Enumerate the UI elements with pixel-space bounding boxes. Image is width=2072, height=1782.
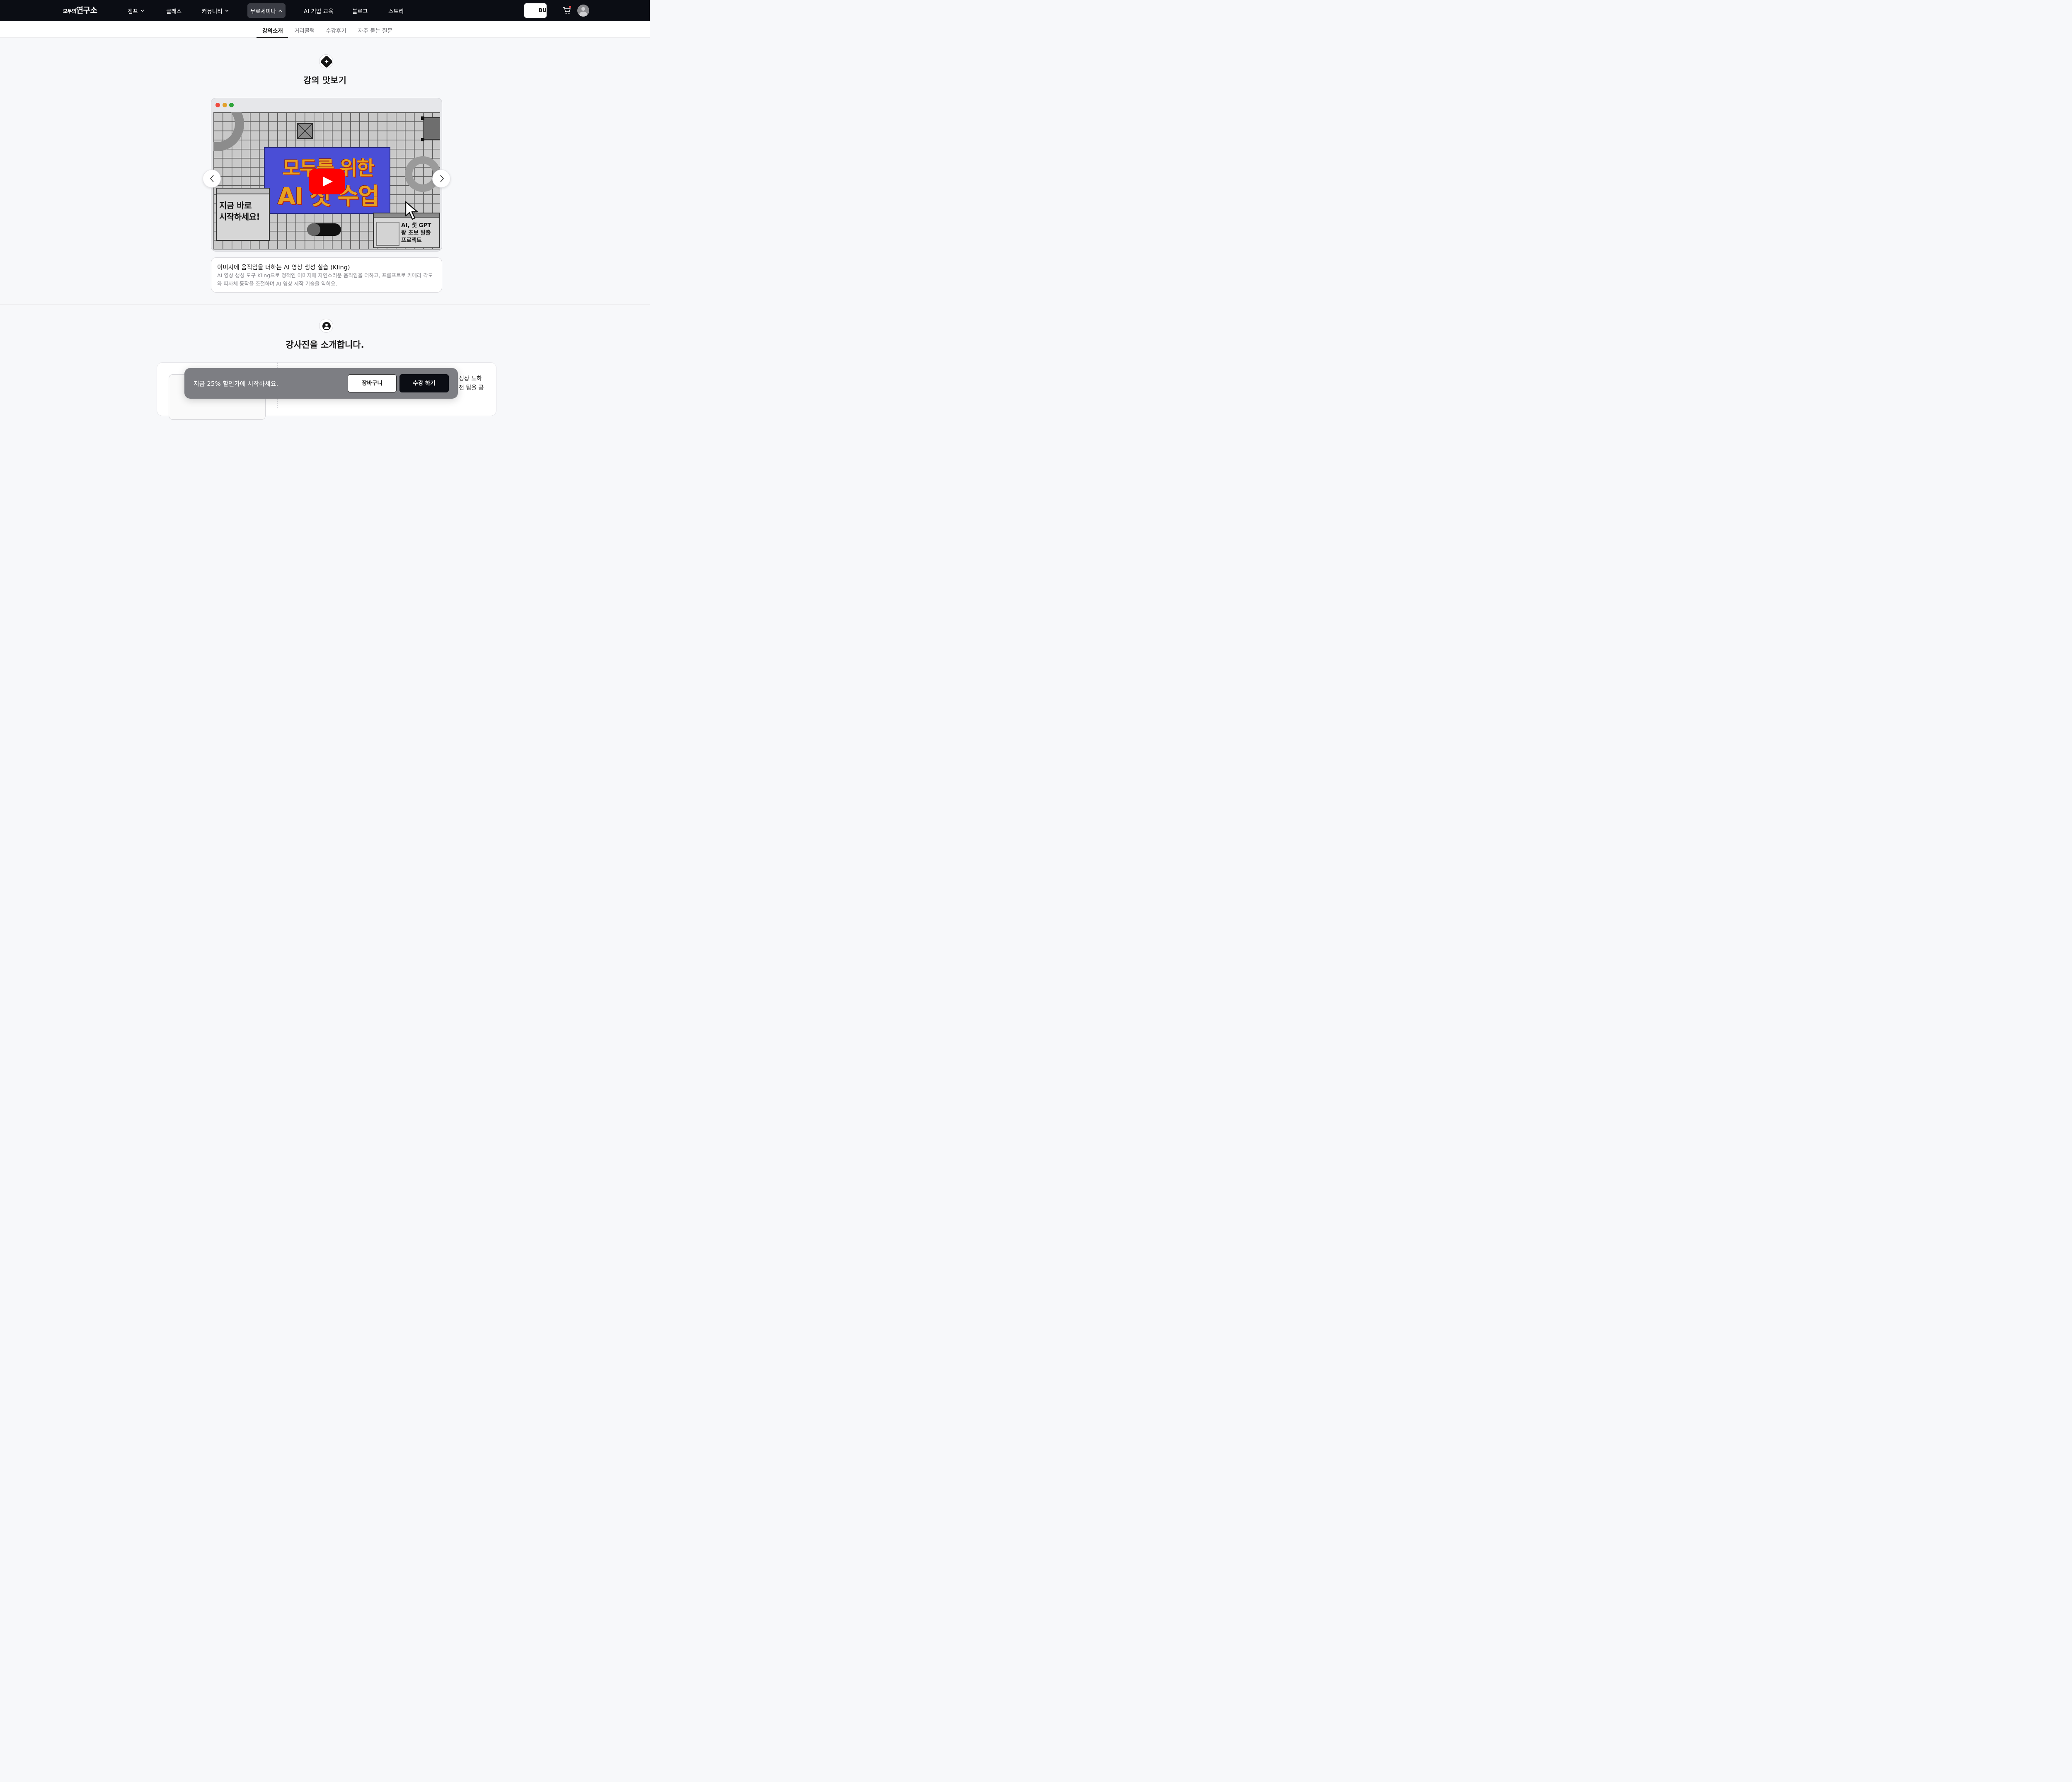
nav-item-camp[interactable]: 캠프 [128, 7, 144, 15]
carousel-prev-button[interactable] [203, 169, 221, 188]
window-maximize-dot [229, 103, 234, 107]
nav-item-community[interactable]: 커뮤니티 [202, 7, 229, 15]
youtube-play-icon[interactable] [309, 169, 345, 194]
instructor-bio: 성장 노하 전 팁을 공 [459, 375, 484, 391]
promo-message: 지금 25% 할인가에 시작하세요. [194, 380, 278, 387]
section-divider [0, 304, 650, 305]
logo-text-big: 연구소 [76, 6, 97, 15]
site-logo[interactable]: 모두의연구소 [63, 4, 97, 15]
chevron-right-icon [440, 175, 444, 182]
video-browser-frame: 모두를 위한 AI 첫 수업 지금 바로 시작하세요! AI, 챗 GPT 왕 … [211, 98, 442, 252]
preview-section-title: 강의 맛보기 [303, 75, 346, 85]
add-to-cart-button[interactable]: 장바구니 [348, 374, 397, 392]
instructor-section-title: 강사진을 소개합니다. [286, 340, 364, 350]
enroll-button[interactable]: 수강 하기 [399, 374, 449, 392]
nav-item-ai-corporate[interactable]: AI 기업 교육 [304, 7, 333, 15]
thumbnail-toggle-shape [307, 223, 341, 236]
logo-text-small: 모두의 [63, 8, 76, 14]
mouse-cursor-icon [405, 201, 418, 220]
tab-curriculum[interactable]: 커리큘럼 [294, 26, 315, 34]
window-close-dot [215, 103, 220, 107]
nav-item-free-seminar[interactable]: 무료세미나 [250, 7, 282, 15]
thumbnail-left-text: 지금 바로 시작하세요! [219, 201, 260, 222]
window-minimize-dot [223, 103, 227, 107]
thumbnail-left-card: 지금 바로 시작하세요! [216, 188, 270, 241]
thumbnail-right-line1: AI, 챗 GPT [401, 222, 431, 229]
video-player[interactable]: 모두를 위한 AI 첫 수업 지금 바로 시작하세요! AI, 챗 GPT 왕 … [213, 112, 440, 249]
active-tab-indicator [257, 37, 288, 38]
tab-faq[interactable]: 자주 묻는 질문 [358, 26, 392, 34]
nav-item-class[interactable]: 클래스 [166, 7, 182, 15]
nav-item-blog[interactable]: 블로그 [352, 7, 368, 15]
section-tabs: 강의소개 커리큘럼 수강후기 자주 묻는 질문 [0, 21, 650, 38]
thumbnail-right-line3: 프로젝트 [401, 237, 422, 244]
chevron-up-icon [278, 10, 282, 12]
nav-item-story[interactable]: 스토리 [388, 7, 404, 15]
discount-promo-bar: 지금 25% 할인가에 시작하세요. 장바구니 수강 하기 [184, 368, 458, 399]
video-description: AI 영상 생성 도구 Kling으로 정적인 이미지에 자연스러운 움직임을 … [217, 272, 433, 287]
person-icon [319, 319, 333, 333]
thumbnail-square-shape [423, 117, 440, 140]
video-description-card: 이미지에 움직임을 더하는 AI 영상 생성 실습 (Kling) AI 영상 … [211, 257, 442, 293]
user-avatar-icon[interactable] [577, 5, 589, 17]
tab-reviews[interactable]: 수강후기 [326, 26, 346, 34]
tab-intro[interactable]: 강의소개 [262, 26, 283, 34]
thumbnail-x-box [297, 123, 313, 139]
carousel-next-button[interactable] [432, 169, 450, 188]
video-heading: 이미지에 움직임을 더하는 AI 영상 생성 실습 (Kling) [217, 264, 350, 271]
header-white-button[interactable]: BU [524, 3, 547, 18]
sparkle-icon: ✦ [319, 54, 333, 68]
chevron-left-icon [210, 175, 214, 182]
top-navigation: 모두의연구소 캠프 클래스 커뮤니티 무료세미나 AI 기업 교육 블로그 스토… [0, 0, 650, 21]
chevron-down-icon [140, 10, 144, 12]
thumbnail-right-line2: 왕 초보 탈출 [401, 230, 431, 236]
chevron-down-icon [225, 10, 229, 12]
cart-notification-dot [569, 6, 571, 8]
